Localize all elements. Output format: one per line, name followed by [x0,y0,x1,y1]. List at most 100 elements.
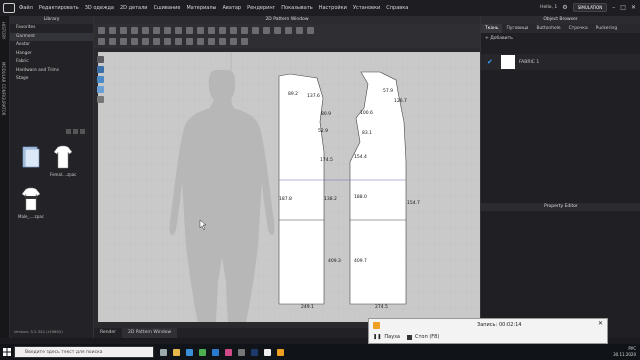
tab-stitch[interactable]: Строчка [565,24,592,33]
library-item-hanger[interactable]: Hanger [10,50,93,59]
sphere-tool-icon[interactable] [96,76,104,83]
button-tool-icon[interactable] [252,27,259,34]
tab-buttonhole[interactable]: Buttonhole [533,24,565,33]
gear-icon[interactable]: ⚙ [562,4,567,11]
menu-materials[interactable]: Материалы [186,5,216,11]
grainline-tool-icon[interactable] [208,38,215,45]
menu-3d-garment[interactable]: 3D одежда [85,5,114,11]
puckering-tool-icon[interactable] [219,38,226,45]
topstitch-tool-icon[interactable] [274,27,281,34]
options-icon[interactable] [80,129,85,134]
windows-start-button[interactable] [0,344,14,360]
pattern-canvas[interactable]: 89.2 137.6 80.9 52.9 174.5 187.8 138.2 4… [98,52,480,322]
menu-render[interactable]: Рендеринг [247,5,275,11]
library-item-hardware[interactable]: Hardware and Trims [10,67,93,76]
clo3d-icon[interactable] [264,348,271,356]
female-garment-thumbnail[interactable] [52,144,74,170]
buttonhole-tool-icon[interactable] [263,27,270,34]
symmetry-tool-icon[interactable] [153,38,160,45]
stop-button[interactable]: Стоп (F8) [407,334,439,340]
menu-edit[interactable]: Редактировать [39,5,79,11]
menu-preferences[interactable]: Установки [353,5,380,11]
menu-sewing[interactable]: Сшивание [154,5,181,11]
pause-button[interactable]: ❚❚ Пауза [373,334,400,340]
grid-view-icon[interactable] [73,129,78,134]
tab-puckering[interactable]: Puckering [592,24,621,33]
circle-tool-icon[interactable] [153,27,160,34]
show-seam-icon[interactable] [230,38,237,45]
rectangle-tool-icon[interactable] [131,27,138,34]
taskbar-search-input[interactable]: Введите здесь текст для поиска [14,346,154,358]
library-item-stage[interactable]: Stage [10,75,93,84]
tab-fabric[interactable]: Ткань [481,24,503,33]
segment-sewing-icon[interactable] [197,27,204,34]
library-item-garment[interactable]: Garment [10,32,93,41]
measure-tool-icon[interactable] [285,27,292,34]
male-file-label[interactable]: Male_....zpac [18,214,44,219]
menu-display[interactable]: Показывать [281,5,312,11]
list-view-icon[interactable] [66,129,71,134]
cube-tool-icon[interactable] [96,86,104,93]
library-item-favorites[interactable]: Favorites [10,24,93,33]
add-fabric-button[interactable]: + Добавить [485,36,513,41]
male-garment-thumbnail[interactable] [20,186,42,212]
polygon-tool-icon[interactable] [142,27,149,34]
fabric-list-item[interactable]: ✔ FABRIC 1 [481,54,640,70]
close-icon[interactable]: ✕ [631,4,636,11]
female-file-label[interactable]: Femal....zpac [50,172,76,177]
library-item-avatar[interactable]: Avatar [10,41,93,50]
library-item-fabric[interactable]: Fabric [10,58,93,67]
store-icon[interactable] [238,348,245,356]
texture-tool-icon[interactable] [230,27,237,34]
edit-point-tool-icon[interactable] [109,27,116,34]
pin-tool-icon[interactable] [307,27,314,34]
brush-tool-icon[interactable] [96,66,104,73]
recorder-task-icon[interactable] [277,348,284,356]
trace-tool-icon[interactable] [131,38,138,45]
menu-avatar[interactable]: Аватар [222,5,241,11]
fold-tool-icon[interactable] [219,27,226,34]
tab-2d-pattern-window[interactable]: 2D Pattern Window [122,328,178,338]
unfold-tool-icon[interactable] [164,38,171,45]
elastic-tool-icon[interactable] [186,38,193,45]
graphic-tool-icon[interactable] [241,27,248,34]
clock-date[interactable]: 30.11.2020 [613,352,636,357]
task-view-icon[interactable] [160,348,167,356]
offset-tool-icon[interactable] [98,38,105,45]
show-length-icon[interactable] [241,38,248,45]
seam-tool-icon[interactable] [186,27,193,34]
annotation-tool-icon[interactable] [296,27,303,34]
zipper-tool-icon[interactable] [175,38,182,45]
minimize-icon[interactable]: – [612,4,615,11]
chrome-icon[interactable] [199,348,206,356]
menu-file[interactable]: Файл [19,5,33,11]
dart-tool-icon[interactable] [175,27,182,34]
menu-help[interactable]: Справка [386,5,408,11]
pleat-tool-icon[interactable] [120,38,127,45]
mail-icon[interactable] [212,348,219,356]
transform-tool-icon[interactable] [98,27,105,34]
history-tab[interactable]: HISTORY [1,22,6,39]
photoshop-icon[interactable] [251,348,258,356]
lock-icon[interactable] [96,96,104,103]
explorer-icon[interactable] [173,348,180,356]
recorder-close-icon[interactable]: ✕ [598,320,603,327]
shrinkage-tool-icon[interactable] [197,38,204,45]
language-indicator[interactable]: РУС [628,346,636,351]
grade-tool-icon[interactable] [142,38,149,45]
photos-icon[interactable] [225,348,232,356]
tab-render[interactable]: Render [94,328,122,338]
maximize-icon[interactable]: □ [620,4,626,11]
edit-curve-tool-icon[interactable] [120,27,127,34]
menu-2d-pattern[interactable]: 2D детали [120,5,148,11]
notch-tool-icon[interactable] [109,38,116,45]
modular-configurator-tab[interactable]: MODULAR CONFIGURATOR [1,62,6,116]
edge-icon[interactable] [186,348,193,356]
user-greeting[interactable]: Hello, 1 [540,5,557,10]
simulation-button[interactable]: SIMULATION [572,3,608,12]
menu-settings[interactable]: Настройки [319,5,347,11]
tab-button[interactable]: Пуговица [502,24,532,33]
select-tool-icon[interactable] [96,56,104,63]
free-sewing-icon[interactable] [208,27,215,34]
folder-thumbnail[interactable] [20,144,42,170]
